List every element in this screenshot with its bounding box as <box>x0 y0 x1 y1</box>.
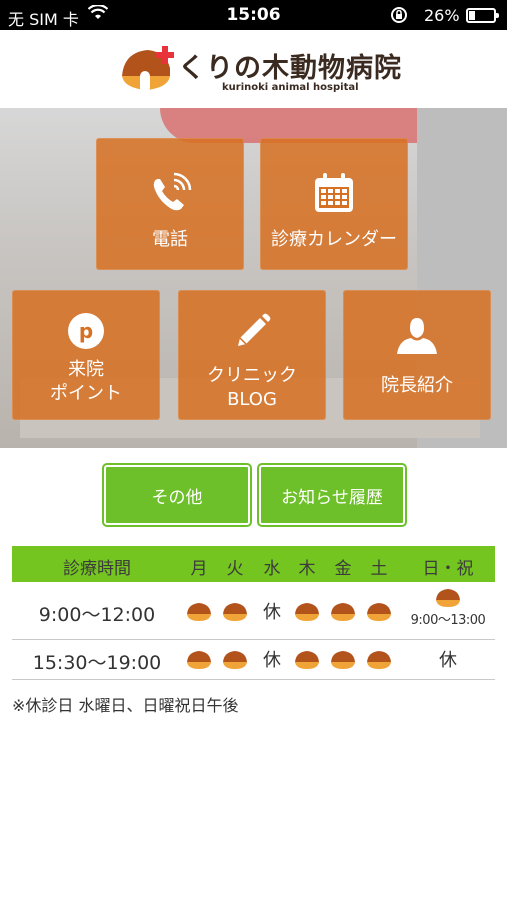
sunday-hours: 9:00〜13:00 <box>410 613 486 628</box>
row-time: 9:00〜12:00 <box>38 604 156 626</box>
header-hours: 診療時間 <box>63 559 131 579</box>
other-button[interactable]: その他 <box>102 463 252 527</box>
hero-menu: 電話 診療カレンダー p 来院 ポイント クリニック BLOG 院長紹介 <box>0 108 507 448</box>
rotation-lock-icon <box>390 6 408 28</box>
battery-percent: 26% <box>424 6 460 25</box>
chestnut-logo-icon <box>122 46 174 90</box>
director-label: 院長紹介 <box>381 375 453 396</box>
battery-icon <box>466 8 499 23</box>
status-bar: 无 SIM 卡 15:06 26% <box>0 0 507 30</box>
open-chestnut-icon <box>220 650 250 670</box>
pencil-icon <box>178 312 326 352</box>
points-label-line2: ポイント <box>50 383 122 404</box>
calendar-tile[interactable]: 診療カレンダー <box>260 138 408 270</box>
blog-label-line1: クリニック <box>207 365 297 386</box>
open-chestnut-icon <box>220 602 250 622</box>
calendar-label: 診療カレンダー <box>271 229 397 250</box>
points-tile[interactable]: p 来院 ポイント <box>12 290 160 420</box>
schedule-table: 診療時間 月 火 水 木 金 土 日・祝 9:00〜12:00 休 9:00〜1… <box>12 546 495 680</box>
header-wed: 水 <box>263 559 281 579</box>
hospital-name: くりの木動物病院 <box>178 53 402 84</box>
phone-tile[interactable]: 電話 <box>96 138 244 270</box>
header-thu: 木 <box>298 559 316 579</box>
header-tue: 火 <box>226 559 244 579</box>
open-chestnut-icon <box>328 602 358 622</box>
open-chestnut-icon <box>364 602 394 622</box>
news-history-button[interactable]: お知らせ履歴 <box>257 463 407 527</box>
header-sun-holiday: 日・祝 <box>422 559 474 579</box>
open-chestnut-icon <box>364 650 394 670</box>
open-chestnut-icon <box>292 602 322 622</box>
header-mon: 月 <box>190 559 208 579</box>
closed-days-note: ※休診日 水曜日、日曜祝日午後 <box>12 696 239 715</box>
closed-label: 休 <box>263 650 281 671</box>
open-chestnut-icon <box>328 650 358 670</box>
points-label-line1: 来院 <box>68 359 104 380</box>
open-chestnut-icon <box>404 588 492 608</box>
app-header: くりの木動物病院 kurinoki animal hospital <box>0 30 507 108</box>
phone-icon <box>96 172 244 216</box>
points-icon-letter: p <box>79 319 93 343</box>
points-icon: p <box>12 312 160 350</box>
row-time: 15:30〜19:00 <box>32 652 162 674</box>
hospital-logo[interactable]: くりの木動物病院 kurinoki animal hospital <box>118 42 401 100</box>
schedule-header: 診療時間 月 火 水 木 金 土 日・祝 <box>12 546 495 582</box>
blog-tile[interactable]: クリニック BLOG <box>178 290 326 420</box>
open-chestnut-icon <box>184 650 214 670</box>
phone-label: 電話 <box>152 229 188 250</box>
header-sat: 土 <box>370 559 388 579</box>
director-tile[interactable]: 院長紹介 <box>343 290 491 420</box>
calendar-icon <box>260 172 408 214</box>
person-icon <box>343 316 491 356</box>
table-row: 9:00〜12:00 休 9:00〜13:00 <box>12 582 495 640</box>
hospital-name-en: kurinoki animal hospital <box>222 82 359 93</box>
open-chestnut-icon <box>184 602 214 622</box>
sunday-open-cell: 9:00〜13:00 <box>404 588 492 628</box>
header-fri: 金 <box>334 559 352 579</box>
blog-label-line2: BLOG <box>227 389 277 410</box>
sunday-closed-label: 休 <box>439 650 457 671</box>
table-row: 15:30〜19:00 休 休 <box>12 640 495 680</box>
open-chestnut-icon <box>292 650 322 670</box>
closed-label: 休 <box>263 602 281 623</box>
